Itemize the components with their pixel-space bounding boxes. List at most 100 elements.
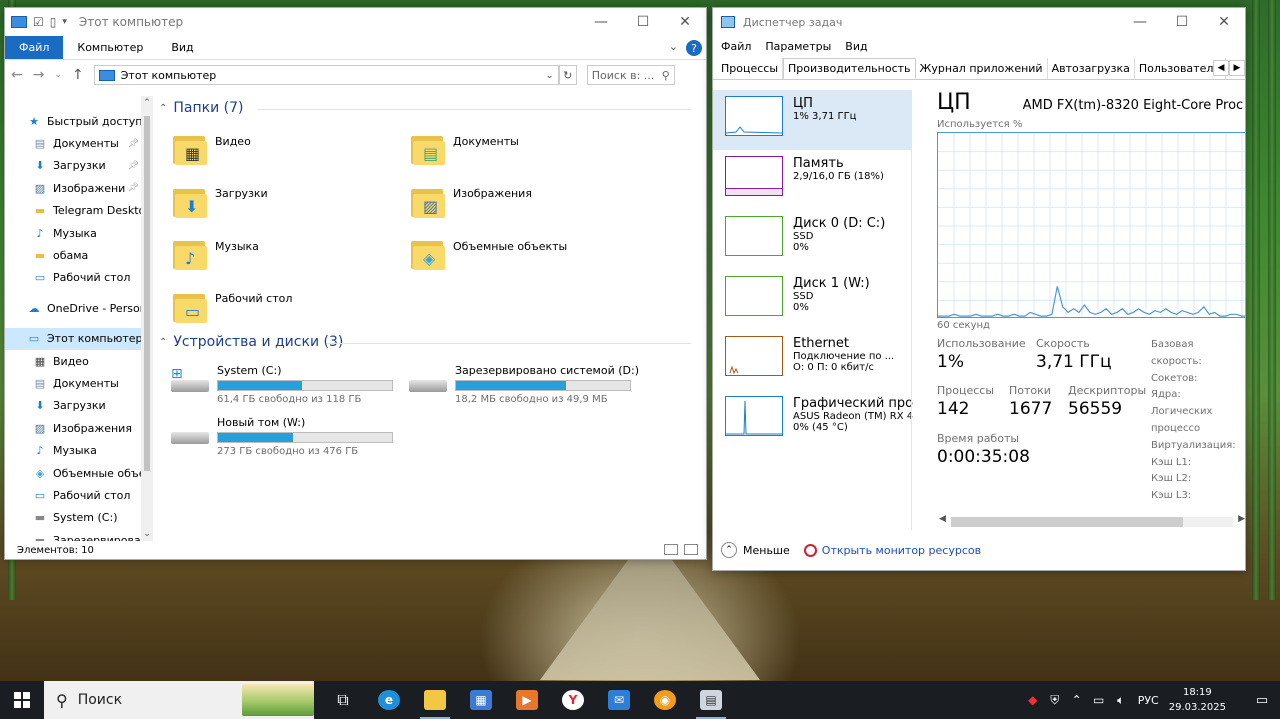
folders-section-header[interactable]: ⌃ Папки (7): [159, 100, 691, 116]
taskbar-task-manager[interactable]: ▤: [688, 681, 734, 719]
drive-item[interactable]: Зарезервировано системой (D:) 18,2 МБ сво…: [407, 364, 639, 405]
horizontal-scrollbar[interactable]: ◀ ▶: [937, 514, 1245, 528]
tab-2[interactable]: Журнал приложений: [916, 58, 1048, 79]
recent-chevron-icon[interactable]: ⌄: [54, 70, 62, 80]
large-icons-view-icon[interactable]: [684, 544, 698, 555]
folder-item[interactable]: ▨ Изображения: [411, 185, 532, 219]
tab-4[interactable]: Пользователи: [1135, 58, 1226, 79]
sidebar-item[interactable]: ▬ обама: [5, 244, 153, 266]
scrollbar-thumb[interactable]: [144, 116, 150, 471]
chevron-down-icon[interactable]: ▾: [62, 17, 67, 27]
explorer-titlebar[interactable]: ☑ ▯ ▾ Этот компьютер — ☐ ✕: [5, 8, 706, 36]
resource-list[interactable]: ЦП 1% 3,71 ГГц Память 2,9/16,0 ГБ (18%) Диск…: [713, 90, 913, 530]
help-icon[interactable]: ?: [686, 40, 702, 56]
sidebar-item[interactable]: ▨ Изображения: [5, 417, 153, 439]
scroll-left-arrow[interactable]: ◀: [939, 514, 946, 524]
tab-3[interactable]: Автозагрузка: [1048, 58, 1135, 79]
sidebar-item[interactable]: ▭ Рабочий стол: [5, 267, 153, 289]
drives-section-header[interactable]: ⌃ Устройства и диски (3): [159, 334, 691, 350]
chevron-right-icon[interactable]: ▶: [1229, 60, 1245, 76]
refresh-icon[interactable]: ↻: [558, 65, 577, 85]
sidebar-item[interactable]: ▭ Этот компьютер: [5, 327, 153, 350]
ribbon-tab-file[interactable]: Файл: [5, 36, 64, 59]
folder-item[interactable]: ▭ Рабочий стол: [173, 290, 292, 324]
folder-item[interactable]: ♪ Музыка: [173, 237, 259, 271]
taskbar-search[interactable]: ⚲ Поиск: [44, 681, 314, 719]
minimize-button[interactable]: —: [1119, 8, 1161, 36]
notification-center-icon[interactable]: ▭: [1244, 693, 1280, 708]
sidebar-item[interactable]: ♪ Музыка: [5, 222, 153, 244]
sidebar-item[interactable]: ▤ Документы: [5, 372, 153, 394]
clock[interactable]: 18:19 29.03.2025: [1169, 685, 1226, 715]
navigation-pane[interactable]: ★ Быстрый доступ ▤ Документы 📌︎ ⬇ Загрузки 📌︎ ▨ И…: [5, 96, 153, 541]
tab-0[interactable]: Процессы: [717, 58, 784, 79]
content-pane[interactable]: ⌃ Папки (7) ▦ Видео ▤ Документы ⬇ Загрузки ▨ Из…: [153, 96, 706, 541]
antivirus-icon[interactable]: ◆: [1022, 693, 1044, 707]
folder-item[interactable]: ⬇ Загрузки: [173, 185, 268, 219]
resource-item[interactable]: Диск 1 (W:) SSD 0%: [713, 270, 911, 330]
folder-item[interactable]: ▦ Видео: [173, 132, 251, 166]
tab-1[interactable]: Производительность: [783, 58, 916, 79]
task-manager-window[interactable]: Диспетчер задач — ☐ ✕ Файл Параметры Вид…: [712, 7, 1246, 571]
taskbar-media-player[interactable]: ▶: [504, 681, 550, 719]
resource-item[interactable]: Ethernet Подключение по ... О: 0 П: 0 кбит…: [713, 330, 911, 390]
volume-icon[interactable]: 🔈︎: [1110, 693, 1132, 708]
sidebar-item[interactable]: ◈ Объемные объе: [5, 462, 153, 484]
search-input[interactable]: Поиск в: ... ⚲: [586, 65, 675, 85]
taskbar-edge[interactable]: e: [366, 681, 412, 719]
scroll-right-arrow[interactable]: ▶: [1238, 514, 1245, 524]
drive-item[interactable]: Новый том (W:) 273 ГБ свободно из 476 ГБ: [169, 416, 393, 457]
chevron-up-icon[interactable]: ⌃: [159, 103, 167, 114]
sidebar-item[interactable]: ♪ Музыка: [5, 439, 153, 461]
sidebar-item[interactable]: ▬ System (C:): [5, 507, 153, 529]
taskbar-store[interactable]: ▦: [458, 681, 504, 719]
sidebar-item[interactable]: ⬇ Загрузки: [5, 395, 153, 417]
close-button[interactable]: ✕: [1203, 8, 1245, 36]
scrollbar-thumb[interactable]: [951, 517, 1183, 527]
task-manager-titlebar[interactable]: Диспетчер задач — ☐ ✕: [713, 8, 1245, 36]
scroll-down-arrow[interactable]: ⌄: [141, 529, 153, 539]
maximize-button[interactable]: ☐: [622, 8, 664, 36]
folder-item[interactable]: ◈ Объемные объекты: [411, 237, 567, 271]
address-input[interactable]: Этот компьютер ⌄: [93, 65, 559, 85]
sidebar-item[interactable]: ▭ Рабочий стол: [5, 484, 153, 506]
sidebar-item[interactable]: ☁ OneDrive - Persor: [5, 297, 153, 319]
fewer-details-button[interactable]: ⌃ Меньше: [721, 542, 790, 558]
new-folder-icon[interactable]: ▯: [50, 15, 57, 29]
task-view-button[interactable]: ⧉: [320, 681, 366, 719]
sidebar-item[interactable]: ⬇ Загрузки 📌︎: [5, 155, 153, 177]
resource-item[interactable]: ЦП 1% 3,71 ГГц: [713, 90, 911, 150]
taskbar-app-orange[interactable]: ◉: [642, 681, 688, 719]
navigation-scrollbar[interactable]: ⌃ ⌄: [141, 96, 153, 541]
sidebar-item[interactable]: ▬ Зарезервирова: [5, 529, 153, 541]
sidebar-item[interactable]: ▦ Видео: [5, 350, 153, 372]
menu-view[interactable]: Вид: [845, 40, 867, 53]
chevron-up-icon[interactable]: ⌃: [159, 337, 167, 348]
close-button[interactable]: ✕: [664, 8, 706, 36]
sidebar-item[interactable]: ▬ Telegram Deskto: [5, 200, 153, 222]
chevron-down-icon[interactable]: ⌄: [545, 70, 553, 81]
properties-icon[interactable]: ☑: [33, 15, 44, 29]
forward-arrow-icon[interactable]: →: [33, 67, 45, 83]
ribbon-tab-computer[interactable]: Компьютер: [63, 36, 157, 59]
chevron-left-icon[interactable]: ◀: [1213, 60, 1229, 76]
sidebar-item[interactable]: ▨ Изображени 📌︎: [5, 177, 153, 199]
drive-item[interactable]: ⊞ System (C:) 61,4 ГБ свободно из 118 ГБ: [169, 364, 393, 405]
taskbar-explorer[interactable]: [412, 681, 458, 719]
maximize-button[interactable]: ☐: [1161, 8, 1203, 36]
ribbon-tab-view[interactable]: Вид: [157, 36, 207, 59]
open-resource-monitor-link[interactable]: Открыть монитор ресурсов: [803, 543, 981, 557]
minimize-button[interactable]: —: [580, 8, 622, 36]
start-button[interactable]: [0, 681, 44, 719]
chevron-down-icon[interactable]: ⌄: [669, 40, 678, 53]
sidebar-item[interactable]: ▤ Документы 📌︎: [5, 132, 153, 154]
resource-item[interactable]: Память 2,9/16,0 ГБ (18%): [713, 150, 911, 210]
resource-item[interactable]: Диск 0 (D: C:) SSD 0%: [713, 210, 911, 270]
back-arrow-icon[interactable]: ←: [11, 67, 23, 83]
menu-options[interactable]: Параметры: [765, 40, 831, 53]
scroll-up-arrow[interactable]: ⌃: [141, 98, 153, 108]
explorer-window[interactable]: ☑ ▯ ▾ Этот компьютер — ☐ ✕ Файл Компьюте…: [4, 7, 707, 560]
taskbar-yandex[interactable]: Y: [550, 681, 596, 719]
up-arrow-icon[interactable]: ↑: [72, 67, 84, 83]
details-view-icon[interactable]: [664, 544, 678, 555]
